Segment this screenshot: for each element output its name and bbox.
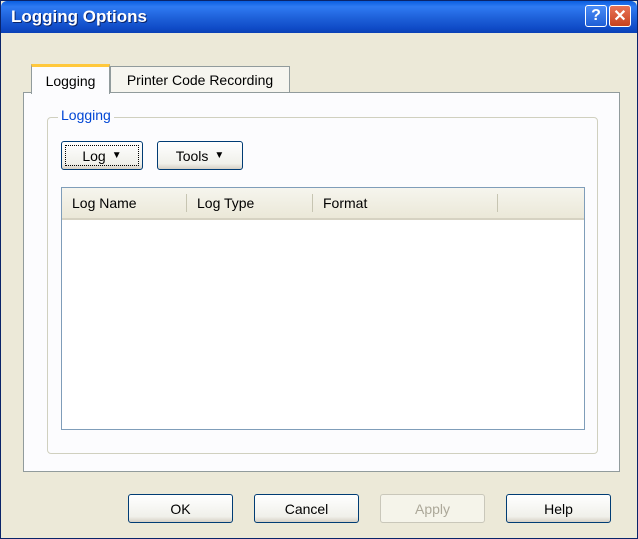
apply-button-label: Apply: [414, 500, 451, 517]
column-header-label: Log Name: [72, 195, 137, 211]
log-list[interactable]: Log Name Log Type Format: [61, 187, 585, 430]
cancel-button-label: Cancel: [284, 500, 329, 517]
help-button[interactable]: Help: [506, 494, 611, 523]
column-header-format[interactable]: Format: [313, 188, 497, 218]
cancel-button[interactable]: Cancel: [254, 494, 359, 523]
column-header-label: Format: [323, 195, 368, 211]
column-header-log-name[interactable]: Log Name: [62, 188, 186, 218]
apply-button[interactable]: Apply: [380, 494, 485, 523]
tools-button-label: Tools: [175, 147, 209, 164]
focus-rect: [65, 145, 139, 166]
tab-printer-code-recording[interactable]: Printer Code Recording: [110, 66, 290, 92]
log-menu-button[interactable]: Log ▼: [61, 141, 143, 170]
help-button-label: Help: [544, 500, 573, 517]
ok-button[interactable]: OK: [128, 494, 233, 523]
column-separator[interactable]: [497, 194, 498, 212]
tab-logging[interactable]: Logging: [31, 64, 110, 94]
tools-menu-button[interactable]: Tools ▼: [157, 141, 243, 170]
help-glyph: ?: [591, 7, 601, 24]
tab-printer-code-recording-label: Printer Code Recording: [126, 71, 274, 88]
close-glyph: ✕: [613, 8, 627, 25]
ok-button-label: OK: [170, 500, 191, 517]
column-header-log-type[interactable]: Log Type: [187, 188, 312, 218]
tab-logging-label: Logging: [45, 72, 96, 89]
title-bar: Logging Options ? ✕: [1, 1, 637, 33]
column-header-label: Log Type: [197, 195, 255, 211]
logging-group-label: Logging: [58, 107, 114, 123]
window-title: Logging Options: [11, 7, 147, 26]
close-icon[interactable]: ✕: [609, 5, 631, 27]
chevron-down-icon: ▼: [214, 150, 225, 161]
help-icon[interactable]: ?: [585, 5, 607, 27]
list-header: Log Name Log Type Format: [62, 188, 584, 220]
